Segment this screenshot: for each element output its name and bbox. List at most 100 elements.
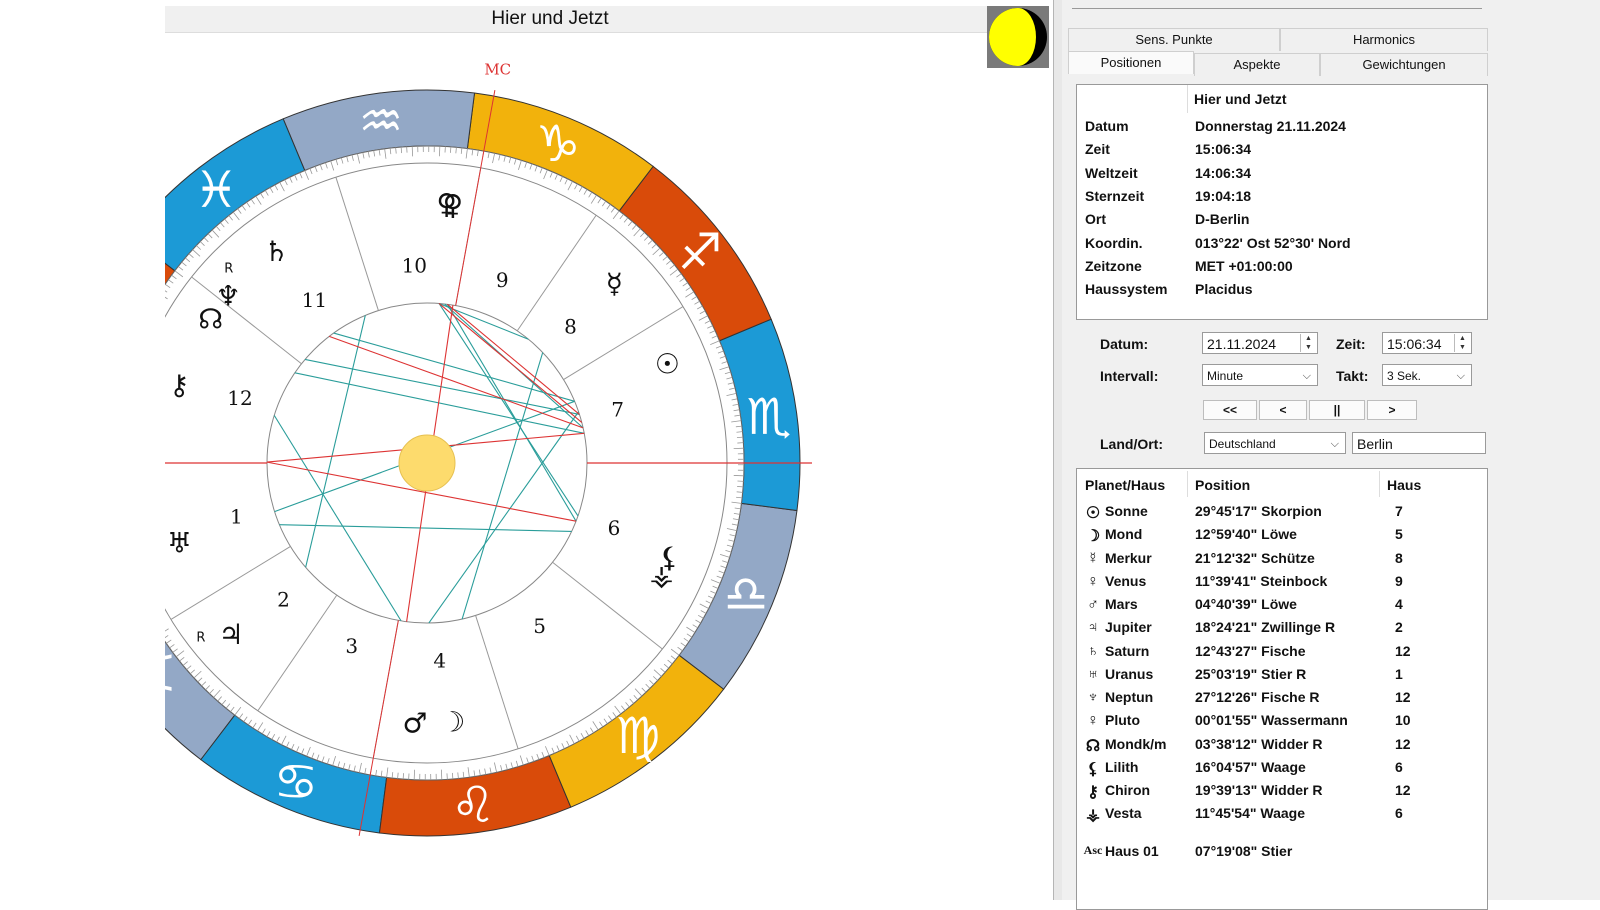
house-number: 7	[611, 397, 624, 421]
planet-icon: ♀	[443, 188, 464, 221]
zeit-input[interactable]: 15:06:34 ▲▼	[1382, 332, 1472, 354]
table-row[interactable]: ♃Jupiter18°24'21" Zwillinge R2	[1077, 619, 1497, 642]
land-label: Land/Ort:	[1100, 436, 1163, 452]
house-number: 4	[433, 649, 446, 673]
tab-sens-punkte[interactable]: Sens. Punkte	[1068, 28, 1280, 51]
planet-glyph-icon: ♀	[1085, 712, 1101, 730]
col-haus: Haus	[1387, 477, 1421, 493]
planet-name: Pluto	[1105, 712, 1140, 728]
info-label: Datum	[1085, 118, 1129, 134]
datum-input[interactable]: 21.11.2024 ▲▼	[1202, 332, 1318, 354]
table-row[interactable]: ♆Neptun27°12'26" Fische R12	[1077, 689, 1497, 712]
planet-name: Saturn	[1105, 643, 1149, 659]
degree-tick	[456, 147, 457, 153]
header-sep	[1187, 471, 1188, 497]
planet-position: 19°39'13" Widder R	[1195, 782, 1323, 798]
house-number: 9	[496, 268, 509, 292]
planet-name: Sonne	[1105, 503, 1148, 519]
planet-house: 12	[1395, 736, 1411, 752]
house-number: 12	[227, 386, 252, 410]
chevron-down-icon: ⌵	[1303, 365, 1311, 387]
degree-tick	[398, 773, 399, 779]
house-number: 1	[230, 505, 243, 529]
planet-glyph-icon: Asc	[1083, 843, 1103, 858]
info-value: MET +01:00:00	[1195, 258, 1293, 274]
datum-label: Datum:	[1100, 336, 1148, 352]
zodiac-sign-icon: ♋	[274, 753, 319, 811]
planet-position: 16°04'57" Waage	[1195, 759, 1306, 775]
info-label: Zeit	[1085, 141, 1110, 157]
controls-box: Datum: 21.11.2024 ▲▼ Zeit: 15:06:34 ▲▼ I…	[1076, 322, 1486, 462]
planet-name: Mondk/m	[1105, 736, 1166, 752]
planet-icon: ☊	[198, 303, 223, 336]
astro-chart-wheel[interactable]: ♈♉♊♋♌♍♎♏♐♑♒♓MC123456789101112♀♀☿☉♄♆R☊⚸⚶⚷…	[165, 0, 1045, 900]
planet-icon: ⚷	[169, 368, 190, 401]
back-button[interactable]: <	[1259, 400, 1307, 420]
col-position: Position	[1195, 477, 1250, 493]
table-row[interactable]: ♀Pluto00°01'55" Wassermann10	[1077, 712, 1497, 735]
planet-glyph-icon: ♀	[1085, 573, 1101, 591]
planet-glyph-icon: ☽	[1085, 526, 1101, 546]
planet-name: Chiron	[1105, 782, 1150, 798]
planet-position: 04°40'39" Löwe	[1195, 596, 1297, 612]
table-row[interactable]: ☊Mondk/m03°38'12" Widder R12	[1077, 736, 1497, 759]
takt-select[interactable]: 3 Sek. ⌵	[1382, 364, 1472, 386]
zeit-label: Zeit:	[1336, 336, 1366, 352]
table-row[interactable]: ♄Saturn12°43'27" Fische12	[1077, 643, 1497, 666]
planet-icon: ⚶	[650, 559, 674, 592]
zodiac-sign-icon: ♑	[536, 115, 581, 173]
planet-house: 9	[1395, 573, 1403, 589]
planet-position: 00°01'55" Wassermann	[1195, 712, 1348, 728]
land-select[interactable]: Deutschland ⌵	[1204, 432, 1346, 454]
info-value: 013°22' Ost 52°30' Nord	[1195, 235, 1351, 251]
zodiac-sign-icon: ♍	[615, 707, 660, 765]
datum-spinner[interactable]: ▲▼	[1300, 334, 1316, 352]
intervall-select[interactable]: Minute ⌵	[1202, 364, 1318, 386]
info-label: Zeitzone	[1085, 258, 1142, 274]
table-row[interactable]: ☽Mond12°59'40" Löwe5	[1077, 526, 1497, 549]
planet-glyph-icon: ♅	[1085, 666, 1101, 684]
table-row[interactable]: ♂Mars04°40'39" Löwe4	[1077, 596, 1497, 619]
pause-button[interactable]: ||	[1309, 400, 1365, 420]
first-button[interactable]: <<	[1203, 400, 1257, 420]
intervall-label: Intervall:	[1100, 368, 1158, 384]
table-row[interactable]: ⚷Chiron19°39'13" Widder R12	[1077, 782, 1497, 805]
chevron-down-icon: ⌵	[1457, 365, 1465, 387]
table-row[interactable]: ☿Merkur21°12'32" Schütze8	[1077, 550, 1497, 573]
land-value: Deutschland	[1209, 437, 1276, 451]
table-row[interactable]: ☉Sonne29°45'17" Skorpion7	[1077, 503, 1497, 526]
planet-icon: ☿	[606, 267, 623, 300]
table-row[interactable]: ♀Venus11°39'41" Steinbock9	[1077, 573, 1497, 596]
info-label: Sternzeit	[1085, 188, 1144, 204]
planet-glyph-icon: ⚶	[1085, 805, 1101, 825]
planet-icon: ♄	[264, 235, 289, 268]
planet-position: 21°12'32" Schütze	[1195, 550, 1315, 566]
info-value: 19:04:18	[1195, 188, 1251, 204]
planet-position: 11°45'54" Waage	[1195, 805, 1305, 821]
planet-house: 5	[1395, 526, 1403, 542]
info-label: Weltzeit	[1085, 165, 1138, 181]
table-row[interactable]: AscHaus 0107°19'08" Stier	[1077, 843, 1497, 866]
planet-glyph-icon: ♆	[1085, 689, 1101, 707]
zeit-value: 15:06:34	[1387, 336, 1442, 352]
ort-input[interactable]: Berlin	[1352, 432, 1486, 454]
planet-position: 11°39'41" Steinbock	[1195, 573, 1327, 589]
planet-position: 18°24'21" Zwillinge R	[1195, 619, 1335, 635]
planet-glyph-icon: ☿	[1085, 550, 1101, 568]
info-value: 14:06:34	[1195, 165, 1251, 181]
table-row[interactable]: ♅Uranus25°03'19" Stier R1	[1077, 666, 1497, 689]
planet-glyph-icon: ♃	[1085, 619, 1101, 637]
planet-house: 4	[1395, 596, 1403, 612]
planet-glyph-icon: ⚷	[1085, 782, 1101, 802]
planet-glyph-icon: ☉	[1085, 503, 1101, 523]
planet-name: Uranus	[1105, 666, 1153, 682]
tab-harmonics[interactable]: Harmonics	[1280, 28, 1488, 51]
planet-name: Lilith	[1105, 759, 1138, 775]
tab-positionen[interactable]: Positionen	[1068, 51, 1194, 74]
tab-gewichtungen[interactable]: Gewichtungen	[1320, 53, 1488, 76]
table-row[interactable]: ⚸Lilith16°04'57" Waage6	[1077, 759, 1497, 782]
tab-aspekte[interactable]: Aspekte	[1194, 53, 1320, 76]
table-row[interactable]: ⚶Vesta11°45'54" Waage6	[1077, 805, 1497, 828]
zeit-spinner[interactable]: ▲▼	[1454, 334, 1470, 352]
forward-button[interactable]: >	[1367, 400, 1417, 420]
